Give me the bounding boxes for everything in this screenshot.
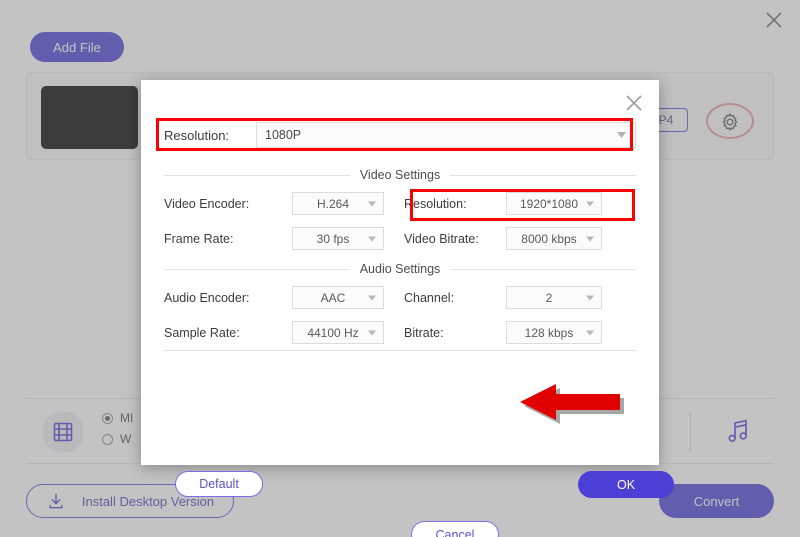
annotation-arrow-to-ok [516,381,626,434]
frame-rate-select[interactable]: 30 fps [292,227,384,250]
video-bitrate-value: 8000 kbps [521,231,577,246]
video-settings-section-header: Video Settings [164,168,637,182]
chevron-down-icon [368,330,376,335]
video-resolution-select[interactable]: 1920*1080 [506,192,602,215]
default-button[interactable]: Default [175,471,263,497]
preset-resolution-select[interactable]: 1080P [256,122,636,148]
audio-encoder-label: Audio Encoder: [164,290,250,305]
audio-settings-title: Audio Settings [359,262,441,276]
audio-bitrate-value: 128 kbps [524,325,574,340]
rule-left [164,268,350,270]
sample-rate-label: Sample Rate: [164,325,240,340]
dialog-close-icon[interactable] [622,91,646,115]
chevron-down-icon [586,330,594,335]
chevron-down-icon [586,295,594,300]
video-settings-grid: Video Encoder: H.264 Resolution: 1920*10… [164,192,636,250]
audio-bitrate-label: Bitrate: [404,325,444,340]
chevron-down-icon [368,295,376,300]
rule-right [450,174,637,176]
video-encoder-select[interactable]: H.264 [292,192,384,215]
channel-value: 2 [545,290,553,305]
video-encoder-value: H.264 [316,196,350,211]
audio-settings-grid: Audio Encoder: AAC Channel: 2 Sample Rat… [164,286,636,344]
chevron-down-icon [586,236,594,241]
chevron-down-icon [368,201,376,206]
video-bitrate-label: Video Bitrate: [404,231,479,246]
rule-right [450,268,637,270]
channel-select[interactable]: 2 [506,286,602,309]
channel-label: Channel: [404,290,455,305]
video-encoder-label: Video Encoder: [164,196,250,211]
chevron-down-icon [617,132,626,138]
chevron-down-icon [368,236,376,241]
audio-encoder-select[interactable]: AAC [292,286,384,309]
ok-label: OK [616,477,636,492]
video-bitrate-select[interactable]: 8000 kbps [506,227,602,250]
video-resolution-label: Resolution: [404,196,467,211]
audio-encoder-value: AAC [320,290,346,305]
preset-resolution-value: 1080P [265,128,302,142]
audio-settings-section-header: Audio Settings [164,262,637,276]
cancel-button[interactable]: Cancel [411,521,499,537]
preset-resolution-row: Resolution: 1080P [164,122,636,148]
frame-rate-value: 30 fps [316,231,350,246]
sample-rate-value: 44100 Hz [307,325,359,340]
default-label: Default [199,477,239,491]
rule-left [164,174,350,176]
app-window: Add File MP4 MI W Install Desktop Versio… [0,0,800,537]
video-resolution-value: 1920*1080 [519,196,579,211]
footer-divider [164,350,636,351]
ok-button[interactable]: OK [578,471,674,498]
frame-rate-label: Frame Rate: [164,231,234,246]
cancel-label: Cancel [435,527,475,537]
preset-resolution-label: Resolution: [164,127,230,143]
video-settings-title: Video Settings [359,168,441,182]
chevron-down-icon [586,201,594,206]
sample-rate-select[interactable]: 44100 Hz [292,321,384,344]
audio-bitrate-select[interactable]: 128 kbps [506,321,602,344]
